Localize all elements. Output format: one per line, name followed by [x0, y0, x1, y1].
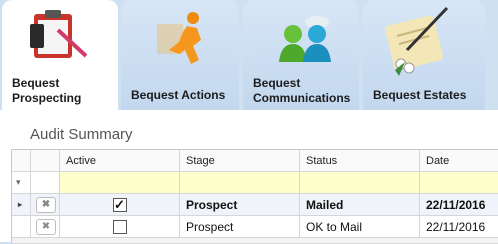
stage-cell: Prospect [180, 194, 300, 215]
delete-cell: ✖ [31, 216, 60, 237]
tab-label: Bequest Communications [253, 76, 351, 105]
filter-row: ▾ [12, 172, 498, 194]
filter-date[interactable] [420, 172, 498, 193]
clipboard-icon [30, 10, 88, 58]
status-cell: OK to Mail [300, 216, 420, 237]
tab-label: Bequest Actions [131, 88, 226, 102]
tab-label: Bequest Prospecting [12, 76, 82, 105]
grid-header-row: Active Stage Status Date [12, 150, 498, 172]
column-header-status[interactable]: Status [300, 150, 420, 171]
people-icon [279, 16, 331, 62]
row-selector[interactable] [12, 216, 31, 237]
filter-status[interactable] [300, 172, 420, 193]
delete-row-button[interactable]: ✖ [36, 196, 56, 213]
active-checkbox[interactable] [112, 219, 127, 234]
date-cell: 22/11/2016 [420, 194, 498, 215]
scroll-icon [385, 6, 449, 76]
tab-bequest-communications[interactable]: Bequest Communications [243, 0, 359, 110]
status-cell: Mailed [300, 194, 420, 215]
table-row[interactable]: ▸ ✖ ✓ Prospect Mailed 22/11/2016 [12, 194, 498, 216]
tab-label: Bequest Estates [373, 88, 467, 102]
filter-active[interactable] [60, 172, 180, 193]
audit-grid: Active Stage Status Date ▾ ▸ ✖ ✓ Prospec… [11, 149, 498, 244]
runner-icon [157, 12, 201, 64]
filter-stage[interactable] [180, 172, 300, 193]
column-header-active[interactable]: Active [60, 150, 180, 171]
row-indicator-header [12, 150, 31, 171]
active-cell [60, 216, 180, 237]
delete-cell: ✖ [31, 194, 60, 215]
column-header-date[interactable]: Date [420, 150, 498, 171]
active-checkbox[interactable]: ✓ [112, 197, 127, 212]
active-cell: ✓ [60, 194, 180, 215]
row-selector-icon[interactable]: ▸ [12, 194, 31, 215]
table-row[interactable]: ✖ Prospect OK to Mail 22/11/2016 [12, 216, 498, 238]
table-row-partial [12, 238, 498, 244]
date-cell: 22/11/2016 [420, 216, 498, 237]
delete-column-header [31, 150, 60, 171]
tab-bequest-prospecting[interactable]: Bequest Prospecting [2, 0, 118, 112]
tab-bequest-actions[interactable]: Bequest Actions [121, 0, 239, 110]
tab-bequest-estates[interactable]: Bequest Estates [363, 0, 485, 110]
delete-row-button[interactable]: ✖ [36, 218, 56, 235]
column-header-stage[interactable]: Stage [180, 150, 300, 171]
filter-spacer [31, 172, 60, 193]
stage-cell: Prospect [180, 216, 300, 237]
panel-title: Audit Summary [30, 126, 133, 143]
ribbon-tabs: Bequest Prospecting Bequest Actions Bequ… [0, 0, 498, 112]
filter-icon[interactable]: ▾ [12, 172, 31, 193]
audit-summary-panel: Audit Summary Active Stage Status Date ▾… [0, 110, 498, 244]
